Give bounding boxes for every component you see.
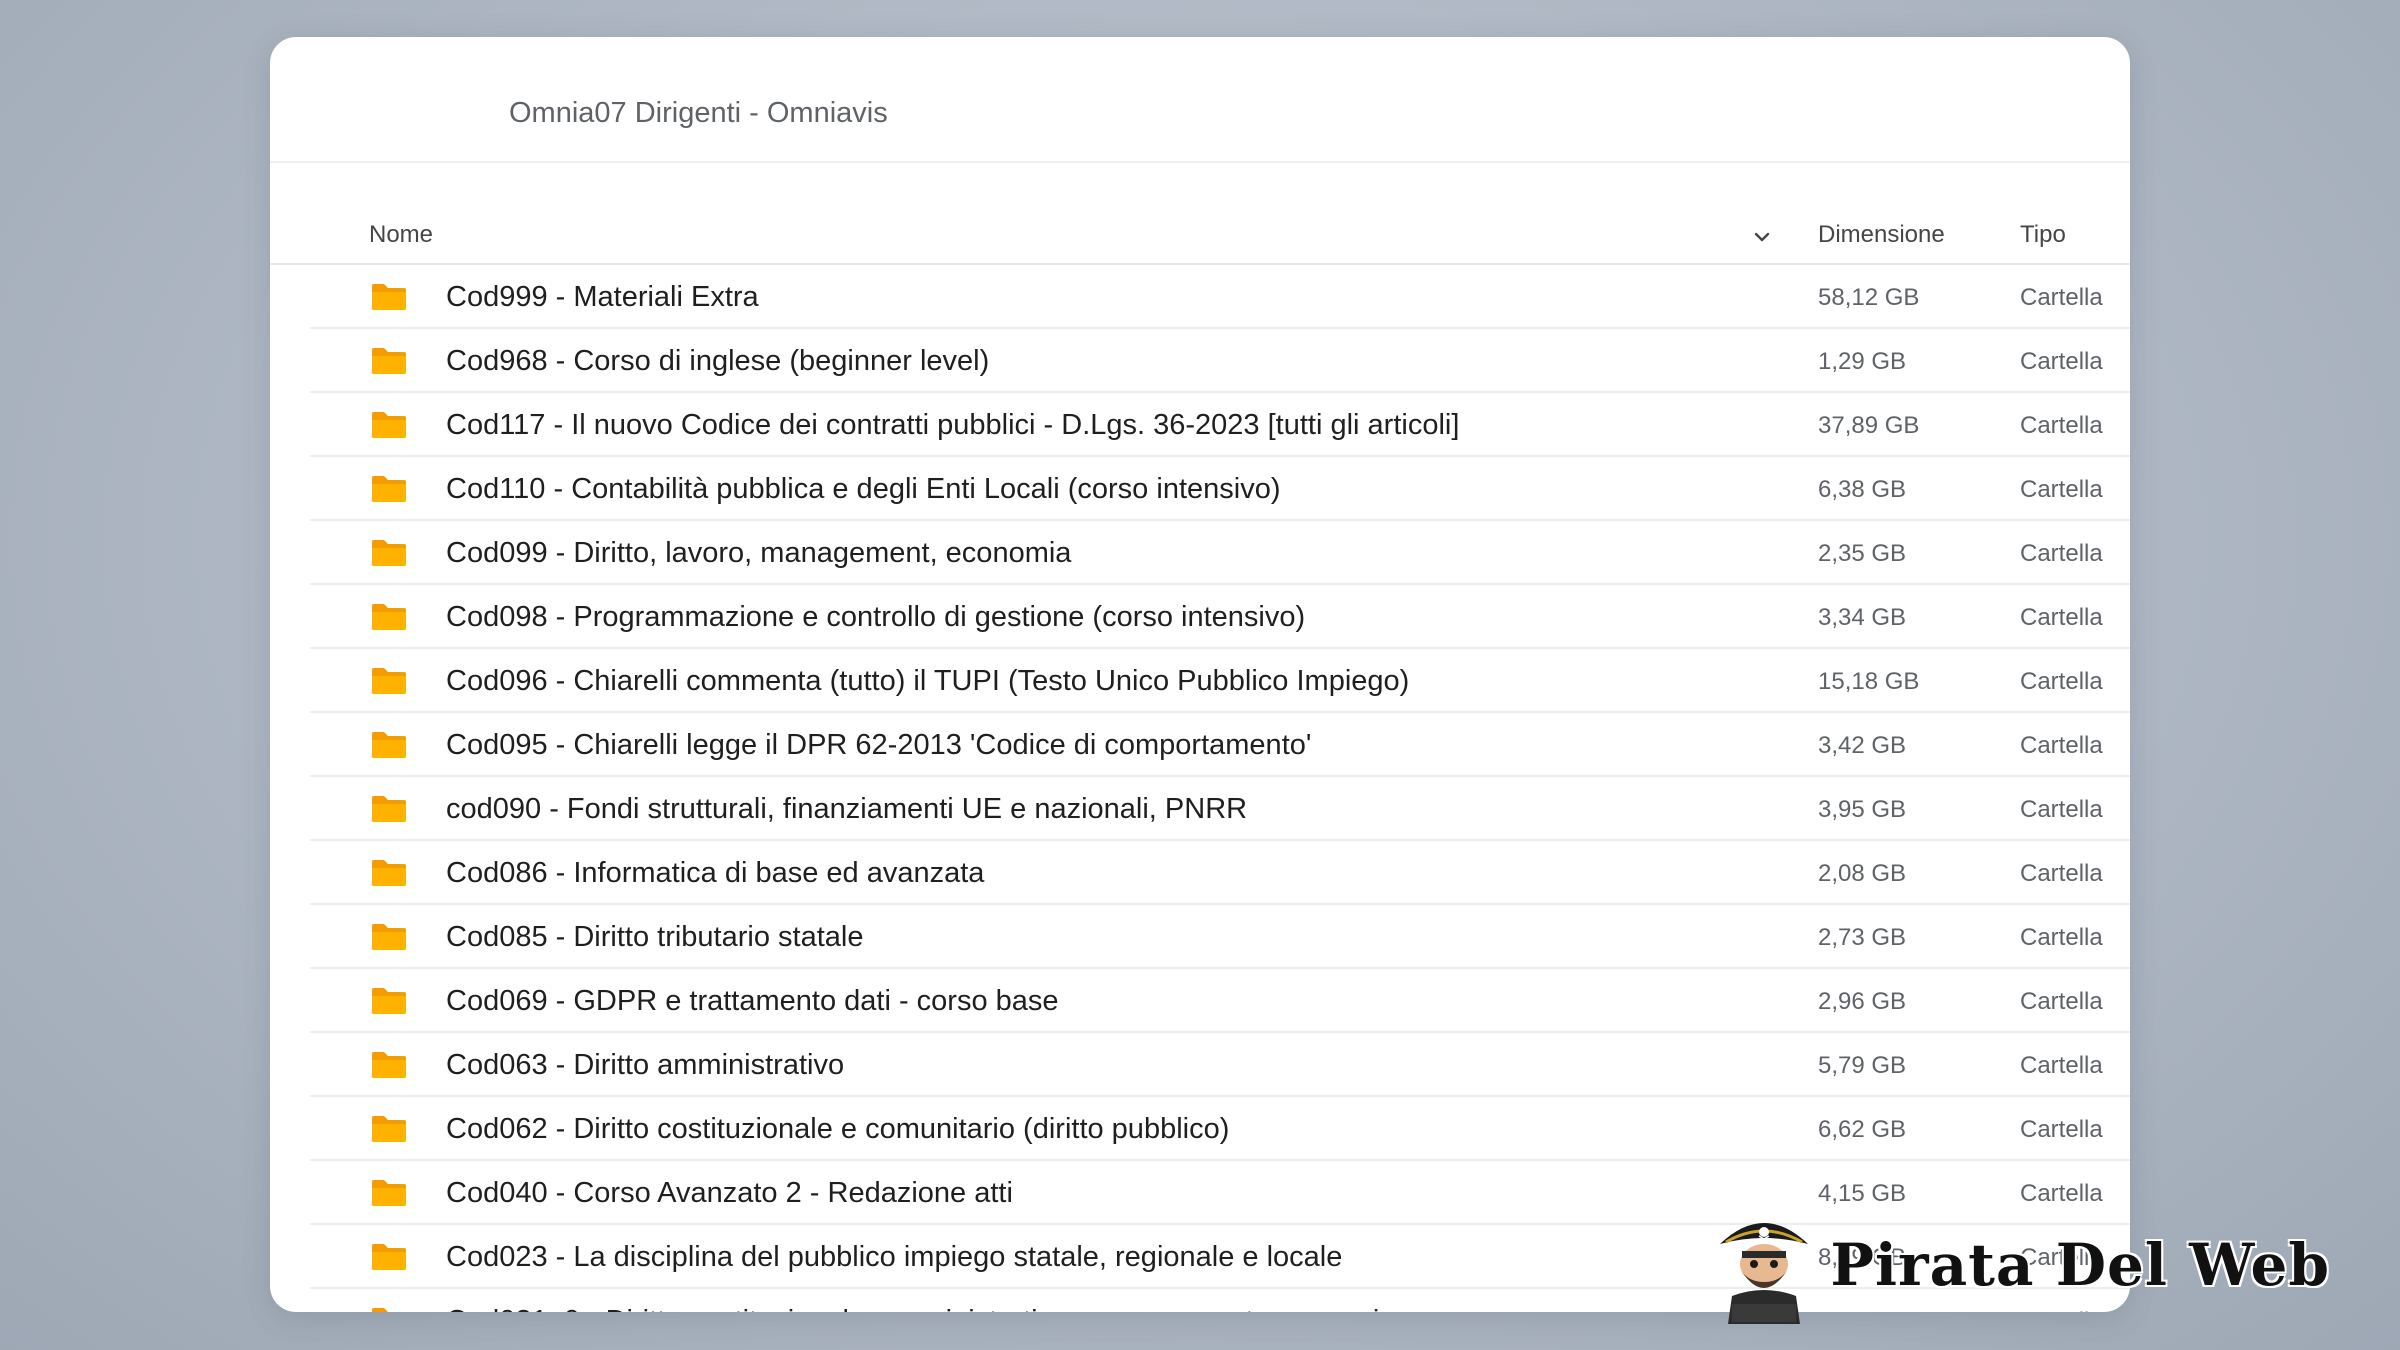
file-size: 2,96 GB xyxy=(1818,988,1907,1015)
file-row[interactable]: Cod086 - Informatica di base ed avanzata… xyxy=(310,841,2130,905)
file-row[interactable]: Cod999 - Materiali Extra 58,12 GB Cartella xyxy=(310,265,2130,329)
folder-icon xyxy=(372,1308,404,1312)
chevron-down-icon[interactable] xyxy=(1750,225,1774,249)
file-size: 4,15 GB xyxy=(1818,1180,1907,1207)
file-row[interactable]: Cod110 - Contabilità pubblica e degli En… xyxy=(310,457,2130,521)
file-type: Cartella xyxy=(2020,796,2103,823)
folder-icon xyxy=(372,1244,406,1270)
file-name[interactable]: Cod086 - Informatica di base ed avanzata xyxy=(446,857,984,890)
file-type: Cartella xyxy=(2020,604,2103,631)
file-list: Cod999 - Materiali Extra 58,12 GB Cartella… xyxy=(270,265,2130,1312)
watermark-text: Pirata Del Web xyxy=(1830,1231,2330,1299)
folder-icon xyxy=(372,348,406,374)
file-type: Cartella xyxy=(2020,476,2103,503)
file-size: 3,95 GB xyxy=(1818,796,1907,823)
folder-icon xyxy=(372,860,406,886)
folder-title: Omnia07 Dirigenti - Omniavis xyxy=(509,97,888,129)
file-name[interactable]: Cod023 - La disciplina del pubblico impi… xyxy=(446,1241,1342,1274)
file-name[interactable]: Cod021_0 - Diritto costituzionale, ammin… xyxy=(446,1305,1395,1312)
file-size: 5,79 GB xyxy=(1818,1052,1907,1079)
file-row[interactable]: Cod098 - Programmazione e controllo di g… xyxy=(310,585,2130,649)
file-size: 3,42 GB xyxy=(1818,732,1907,759)
file-name[interactable]: Cod095 - Chiarelli legge il DPR 62-2013 … xyxy=(446,729,1311,762)
file-size: 3,34 GB xyxy=(1818,604,1907,631)
column-header-size[interactable]: Dimensione xyxy=(1818,221,1945,249)
folder-icon xyxy=(372,988,406,1014)
file-row[interactable]: Cod085 - Diritto tributario statale 2,73 … xyxy=(310,905,2130,969)
pirate-logo-icon xyxy=(1720,1223,1809,1324)
file-name[interactable]: Cod062 - Diritto costituzionale e comuni… xyxy=(446,1113,1229,1146)
file-size: 2,08 GB xyxy=(1818,860,1907,887)
file-name[interactable]: Cod099 - Diritto, lavoro, management, ec… xyxy=(446,537,1071,570)
file-row[interactable]: Cod117 - Il nuovo Codice dei contratti p… xyxy=(310,393,2130,457)
column-header-type[interactable]: Tipo xyxy=(2020,221,2066,249)
file-type: Cartella xyxy=(2020,988,2103,1015)
folder-icon xyxy=(372,476,406,502)
file-row[interactable]: cod090 - Fondi strutturali, finanziament… xyxy=(310,777,2130,841)
folder-icon xyxy=(372,1052,406,1078)
file-type: Cartella xyxy=(2020,732,2103,759)
file-name[interactable]: cod090 - Fondi strutturali, finanziament… xyxy=(446,793,1247,826)
folder-icon xyxy=(372,668,406,694)
file-type: Cartella xyxy=(2020,540,2103,567)
file-name[interactable]: Cod098 - Programmazione e controllo di g… xyxy=(446,601,1305,634)
file-size: 37,89 GB xyxy=(1818,412,1920,439)
file-type: Cartella xyxy=(2020,860,2103,887)
column-header-name[interactable]: Nome xyxy=(369,221,433,249)
file-name[interactable]: Cod110 - Contabilità pubblica e degli En… xyxy=(446,473,1281,506)
file-size: 2,35 GB xyxy=(1818,540,1907,567)
folder-icon xyxy=(372,732,406,758)
file-row[interactable]: Cod063 - Diritto amministrativo 5,79 GB Ca… xyxy=(310,1033,2130,1097)
file-row[interactable]: Cod099 - Diritto, lavoro, management, ec… xyxy=(310,521,2130,585)
folder-icon xyxy=(372,412,406,438)
file-type: Cartella xyxy=(2020,1052,2103,1079)
folder-icon xyxy=(372,796,406,822)
file-type: Cartella xyxy=(2020,924,2103,951)
file-row[interactable]: Cod069 - GDPR e trattamento dati - corso… xyxy=(310,969,2130,1033)
file-size: 2,73 GB xyxy=(1818,924,1907,951)
file-type: Cartella xyxy=(2020,1180,2103,1207)
folder-icon xyxy=(372,604,406,630)
file-browser-window: Omnia07 Dirigenti - Omniavis Nome Dimens… xyxy=(270,37,2130,1312)
file-type: Cartella xyxy=(2020,348,2103,375)
folder-icon xyxy=(372,924,406,950)
watermark: Pirata Del Web xyxy=(1712,1206,2330,1324)
file-name[interactable]: Cod096 - Chiarelli commenta (tutto) il T… xyxy=(446,665,1409,698)
file-type: Cartella xyxy=(2020,1116,2103,1143)
file-size: 15,18 GB xyxy=(1818,668,1920,695)
file-name[interactable]: Cod999 - Materiali Extra xyxy=(446,281,759,314)
folder-icon xyxy=(372,1180,406,1206)
file-size: 6,38 GB xyxy=(1818,476,1907,503)
file-size: 6,62 GB xyxy=(1818,1116,1907,1143)
file-name[interactable]: Cod069 - GDPR e trattamento dati - corso… xyxy=(446,985,1059,1018)
file-name[interactable]: Cod063 - Diritto amministrativo xyxy=(446,1049,844,1082)
file-row[interactable]: Cod062 - Diritto costituzionale e comuni… xyxy=(310,1097,2130,1161)
file-row[interactable]: Cod968 - Corso di inglese (beginner leve… xyxy=(310,329,2130,393)
folder-icon xyxy=(372,284,406,310)
file-row[interactable]: Cod096 - Chiarelli commenta (tutto) il T… xyxy=(310,649,2130,713)
folder-icon xyxy=(372,540,406,566)
file-type: Cartella xyxy=(2020,284,2103,311)
file-name[interactable]: Cod085 - Diritto tributario statale xyxy=(446,921,863,954)
title-divider xyxy=(270,161,2130,163)
file-type: Cartella xyxy=(2020,668,2103,695)
file-row[interactable]: Cod095 - Chiarelli legge il DPR 62-2013 … xyxy=(310,713,2130,777)
file-size: 1,29 GB xyxy=(1818,348,1907,375)
file-size: 58,12 GB xyxy=(1818,284,1920,311)
file-name[interactable]: Cod040 - Corso Avanzato 2 - Redazione at… xyxy=(446,1177,1013,1210)
file-name[interactable]: Cod968 - Corso di inglese (beginner leve… xyxy=(446,345,989,378)
file-type: Cartella xyxy=(2020,412,2103,439)
column-header-row: Nome Dimensione Tipo xyxy=(270,197,2130,265)
folder-icon xyxy=(372,1116,406,1142)
file-name[interactable]: Cod117 - Il nuovo Codice dei contratti p… xyxy=(446,409,1459,442)
